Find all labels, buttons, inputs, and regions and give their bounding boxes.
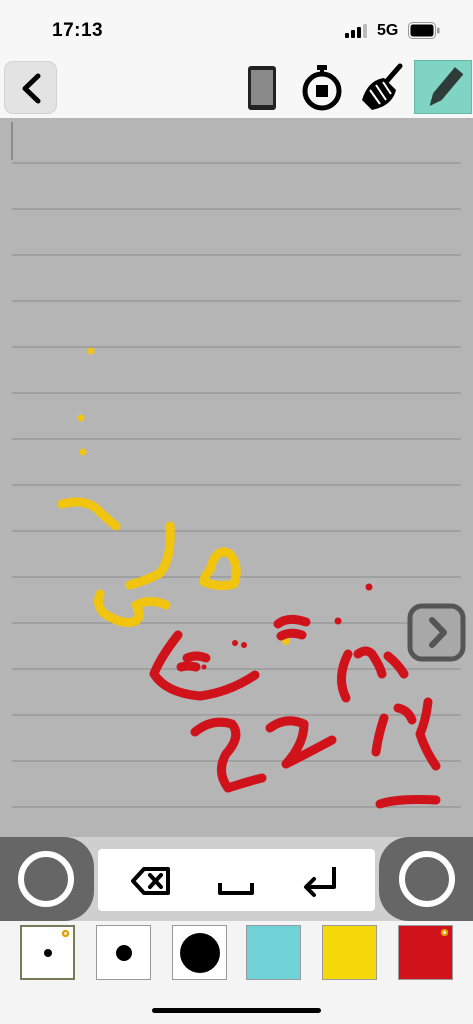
stopwatch-button[interactable] xyxy=(296,60,348,114)
back-button[interactable] xyxy=(4,61,57,114)
control-strip xyxy=(0,837,473,921)
pencil-button[interactable] xyxy=(414,60,472,114)
red-ink-strokes xyxy=(149,583,441,809)
brush-dot-icon xyxy=(179,932,220,973)
color-red[interactable] xyxy=(398,925,453,980)
return-button[interactable] xyxy=(298,861,342,901)
brush-size-medium[interactable] xyxy=(96,925,151,980)
backspace-button[interactable] xyxy=(130,861,174,901)
space-button[interactable] xyxy=(214,861,258,901)
left-dial-button[interactable] xyxy=(0,837,94,921)
edit-keypad xyxy=(98,849,375,911)
battery-icon xyxy=(408,22,440,39)
next-page-button[interactable] xyxy=(406,602,467,663)
stopwatch-icon xyxy=(302,65,342,111)
status-bar: 17:13 5G xyxy=(0,0,473,56)
brush-size-large[interactable] xyxy=(172,925,227,980)
home-indicator[interactable] xyxy=(152,1008,321,1013)
handwriting-app: 17:13 5G xyxy=(0,0,473,1024)
phone-button[interactable] xyxy=(236,60,288,114)
writing-canvas[interactable] xyxy=(0,118,473,837)
brush-dot-icon xyxy=(43,948,52,957)
toolbar xyxy=(0,56,473,118)
brush-size-small[interactable] xyxy=(20,925,75,980)
pencil-icon xyxy=(429,67,464,106)
brush-dot-icon xyxy=(115,944,132,961)
ruled-lines xyxy=(11,122,461,809)
signal-icon xyxy=(345,24,367,38)
gear-icon xyxy=(61,929,70,938)
brush-palette xyxy=(0,921,473,1024)
broom-icon xyxy=(362,63,403,110)
yellow-ink-strokes xyxy=(57,347,290,645)
clear-button[interactable] xyxy=(356,60,408,114)
color-yellow[interactable] xyxy=(322,925,377,980)
status-time: 17:13 xyxy=(52,20,104,41)
right-dial-button[interactable] xyxy=(379,837,473,921)
network-label: 5G xyxy=(377,22,399,39)
chevron-left-icon xyxy=(22,73,41,104)
space-icon xyxy=(218,883,254,895)
phone-icon xyxy=(248,66,276,110)
return-icon xyxy=(304,867,336,897)
chevron-right-icon xyxy=(407,603,466,662)
backspace-icon xyxy=(131,867,170,895)
color-cyan[interactable] xyxy=(246,925,301,980)
gear-icon xyxy=(440,928,449,937)
ring-icon xyxy=(399,851,455,907)
ring-icon xyxy=(18,851,74,907)
